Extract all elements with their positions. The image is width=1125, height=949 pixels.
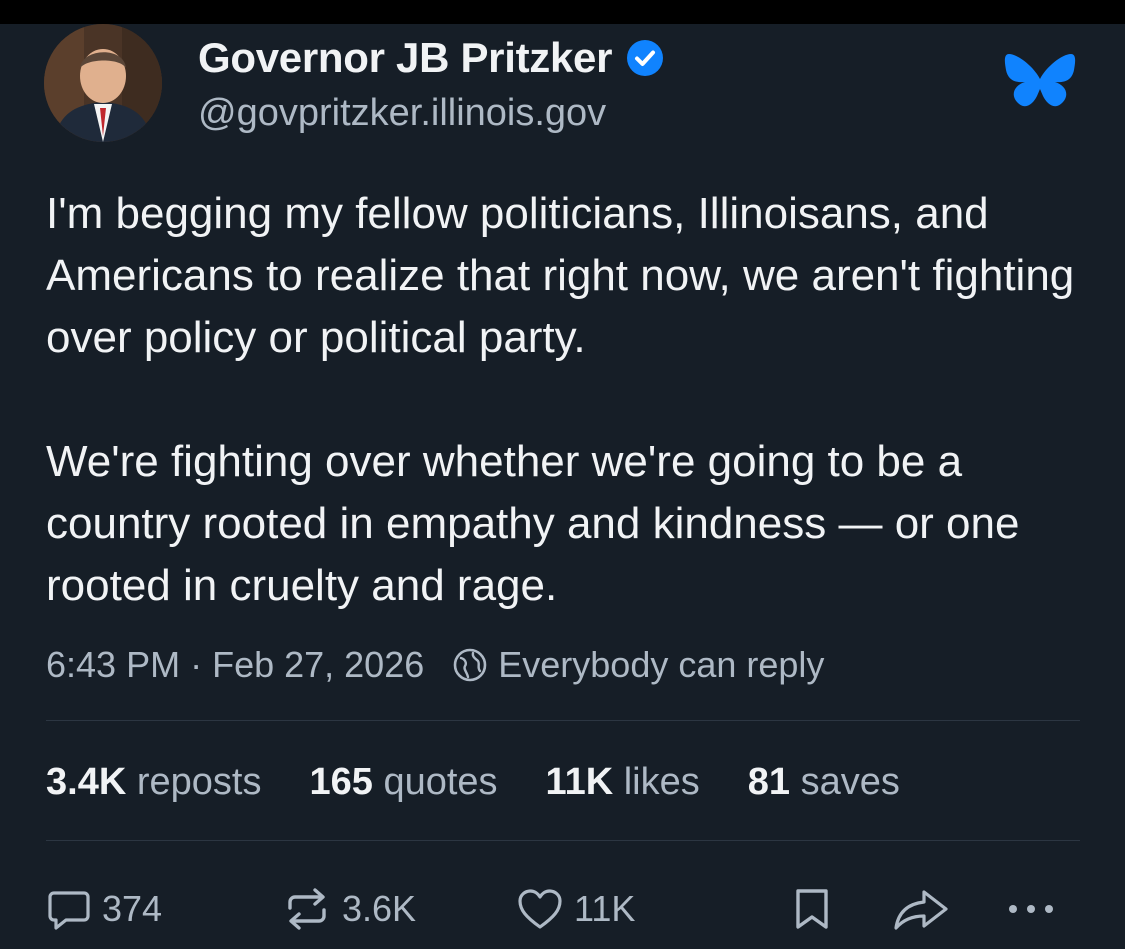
post-body: I'm begging my fellow politicians, Illin…	[46, 183, 1086, 617]
like-count: 11K	[574, 888, 636, 929]
post-actions: 374 3.6K 11K	[0, 880, 1125, 940]
post-time: 6:43 PM	[46, 644, 181, 685]
author-handle[interactable]: @govpritzker.illinois.gov	[198, 92, 606, 135]
stat-value: 3.4K	[46, 760, 127, 803]
heart-icon	[518, 889, 562, 929]
bluesky-butterfly-icon	[1004, 54, 1076, 107]
globe-icon	[452, 647, 488, 683]
verified-badge-icon	[626, 39, 664, 77]
reply-count: 374	[102, 888, 163, 929]
meta-separator: ·	[190, 644, 203, 685]
post-date: Feb 27, 2026	[212, 644, 425, 685]
stat-quotes[interactable]: 165 quotes	[309, 761, 497, 804]
reply-setting[interactable]: Everybody can reply	[498, 644, 824, 686]
author-display-name[interactable]: Governor JB Pritzker	[198, 34, 664, 82]
stat-value: 81	[747, 760, 791, 803]
stat-value: 11K	[545, 760, 614, 803]
bookmark-icon	[796, 889, 828, 929]
stat-label: quotes	[383, 760, 498, 803]
repost-arrows-icon	[288, 888, 326, 930]
stat-label: likes	[623, 760, 700, 803]
stat-saves[interactable]: 81 saves	[748, 761, 900, 804]
ellipsis-icon	[1009, 905, 1053, 913]
post-meta: 6:43 PM · Feb 27, 2026 Everybody can rep…	[46, 640, 824, 690]
stat-label: reposts	[136, 760, 262, 803]
stat-value: 165	[309, 760, 373, 803]
repost-button[interactable]: 3.6K	[282, 886, 416, 932]
speech-bubble-icon	[48, 891, 90, 930]
share-arrow-icon	[894, 890, 948, 930]
like-button[interactable]: 11K	[516, 886, 635, 932]
divider	[46, 720, 1080, 721]
reply-button[interactable]: 374	[46, 886, 162, 932]
more-options-button[interactable]	[1003, 886, 1059, 932]
engagement-stats: 3.4K reposts 165 quotes 11K likes 81 sav…	[46, 756, 948, 808]
share-button[interactable]	[892, 886, 950, 932]
repost-count: 3.6K	[342, 888, 417, 929]
top-bar	[0, 0, 1125, 24]
stat-reposts[interactable]: 3.4K reposts	[46, 761, 261, 804]
avatar[interactable]	[44, 24, 162, 142]
bookmark-button[interactable]	[790, 886, 834, 932]
divider	[46, 840, 1080, 841]
stat-label: saves	[800, 760, 900, 803]
stat-likes[interactable]: 11K likes	[546, 761, 700, 804]
post-paragraph: We're fighting over whether we're going …	[46, 437, 1020, 610]
author-name-text[interactable]: Governor JB Pritzker	[198, 34, 612, 82]
post-paragraph: I'm begging my fellow politicians, Illin…	[46, 189, 1075, 362]
